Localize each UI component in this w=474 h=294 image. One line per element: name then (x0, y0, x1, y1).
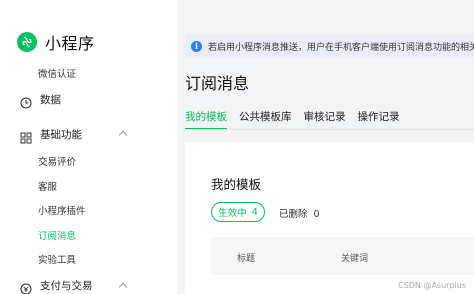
tab-my-templates[interactable]: 我的模板 (185, 110, 227, 130)
sidebar-item-label: 数据 (40, 94, 61, 106)
brand-title: 小程序 (45, 34, 95, 53)
sidebar-item-payment-transactions[interactable]: 支付与交易 (20, 278, 93, 294)
deleted-filter[interactable]: 已删除 0 (279, 206, 320, 220)
table-header: 标题 关键词 (211, 237, 474, 275)
tab-operation-records[interactable]: 操作记录 (358, 110, 400, 130)
mini-program-logo-icon (17, 32, 37, 52)
sidebar-item-subscription-messages[interactable]: 订阅消息 (38, 228, 76, 242)
chevron-up-icon[interactable] (118, 282, 128, 292)
templates-card: 我的模板 生效中 4 已删除 0 标题 关键词 (185, 142, 474, 294)
notice-banner: i 若启用小程序消息推送，用户在手机客户端使用订阅消息功能的相关 (185, 34, 474, 58)
card-title: 我的模板 (211, 177, 262, 192)
sidebar-item-data[interactable]: 数据 (20, 92, 61, 109)
notice-text: 若启用小程序消息推送，用户在手机客户端使用订阅消息功能的相关 (208, 42, 474, 53)
active-filter-label: 生效中 (218, 208, 247, 219)
column-header-keywords: 关键词 (341, 254, 369, 264)
tabs-divider (185, 129, 474, 130)
info-icon: i (191, 40, 202, 52)
page-title: 订阅消息 (185, 74, 250, 93)
grid-icon (20, 129, 32, 143)
brand[interactable]: 小程序 (17, 30, 95, 54)
chevron-up-icon[interactable] (118, 130, 128, 140)
deleted-filter-count: 0 (313, 209, 320, 220)
sidebar-item-basic-features[interactable]: 基础功能 (20, 127, 82, 143)
clock-icon (20, 94, 32, 109)
sidebar-item-lab-tools[interactable]: 实验工具 (38, 252, 76, 266)
sidebar: 小程序 微信认证 数据 基础功能 交易评价 客服 小程序插件 订阅消息 实验工具… (0, 0, 178, 294)
sidebar-item-customer-service[interactable]: 客服 (38, 179, 57, 193)
tab-public-template-library[interactable]: 公共模板库 (239, 110, 292, 130)
deleted-filter-label: 已删除 (279, 209, 308, 220)
sidebar-item-transaction-review[interactable]: 交易评价 (38, 154, 76, 168)
wallet-icon (20, 280, 32, 294)
watermark: CSDN @Asurplus (398, 281, 466, 290)
active-filter-pill[interactable]: 生效中 4 (211, 202, 265, 222)
sidebar-item-wechat-verification[interactable]: 微信认证 (38, 66, 76, 80)
column-header-title: 标题 (237, 254, 256, 264)
tab-review-records[interactable]: 审核记录 (304, 110, 346, 130)
tab-bar: 我的模板 公共模板库 审核记录 操作记录 (185, 110, 412, 130)
sidebar-item-plugins[interactable]: 小程序插件 (38, 203, 86, 217)
sidebar-item-label: 支付与交易 (40, 280, 93, 292)
active-filter-count: 4 (251, 206, 258, 218)
sidebar-item-label: 基础功能 (40, 129, 82, 141)
